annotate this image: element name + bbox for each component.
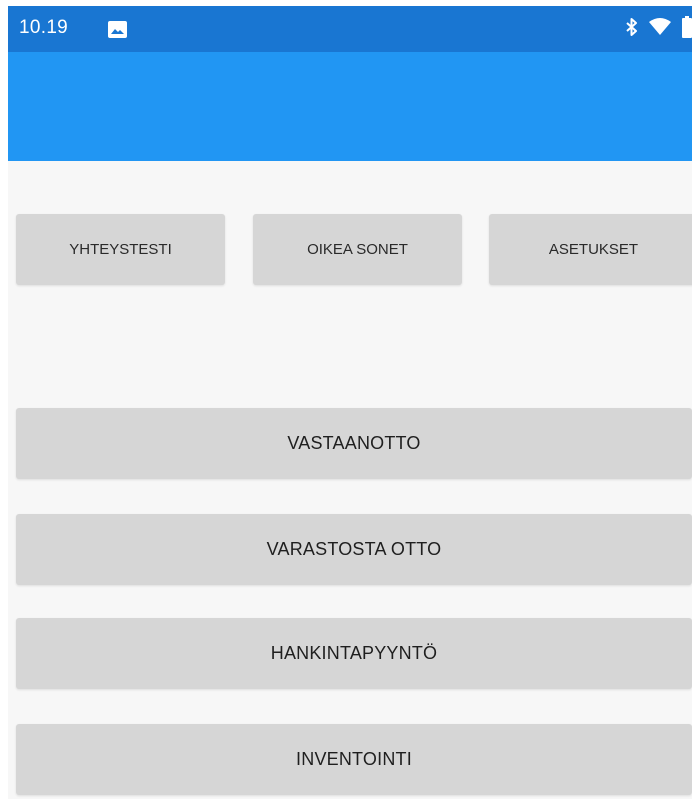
receiving-button[interactable]: VASTAANOTTO (16, 408, 692, 479)
status-time: 10.19 (19, 17, 69, 38)
wifi-icon (648, 17, 672, 42)
inventory-button[interactable]: INVENTOINTI (16, 724, 692, 795)
connection-test-button[interactable]: YHTEYSTESTI (16, 214, 225, 285)
status-bar: 10.19 (8, 6, 692, 52)
battery-icon (682, 15, 692, 43)
settings-button[interactable]: ASETUKSET (489, 214, 692, 285)
app-bar (8, 52, 692, 161)
bluetooth-icon (626, 17, 638, 42)
status-icons (616, 15, 692, 43)
stock-withdrawal-button[interactable]: VARASTOSTA OTTO (16, 514, 692, 585)
correct-sonet-button[interactable]: OIKEA SONET (253, 214, 462, 285)
purchase-request-button[interactable]: HANKINTAPYYNTÖ (16, 618, 692, 689)
image-icon (108, 21, 127, 38)
app-screen: 10.19 YHTEYSTESTI OIKEA SONET ASETUKSET … (8, 6, 692, 799)
